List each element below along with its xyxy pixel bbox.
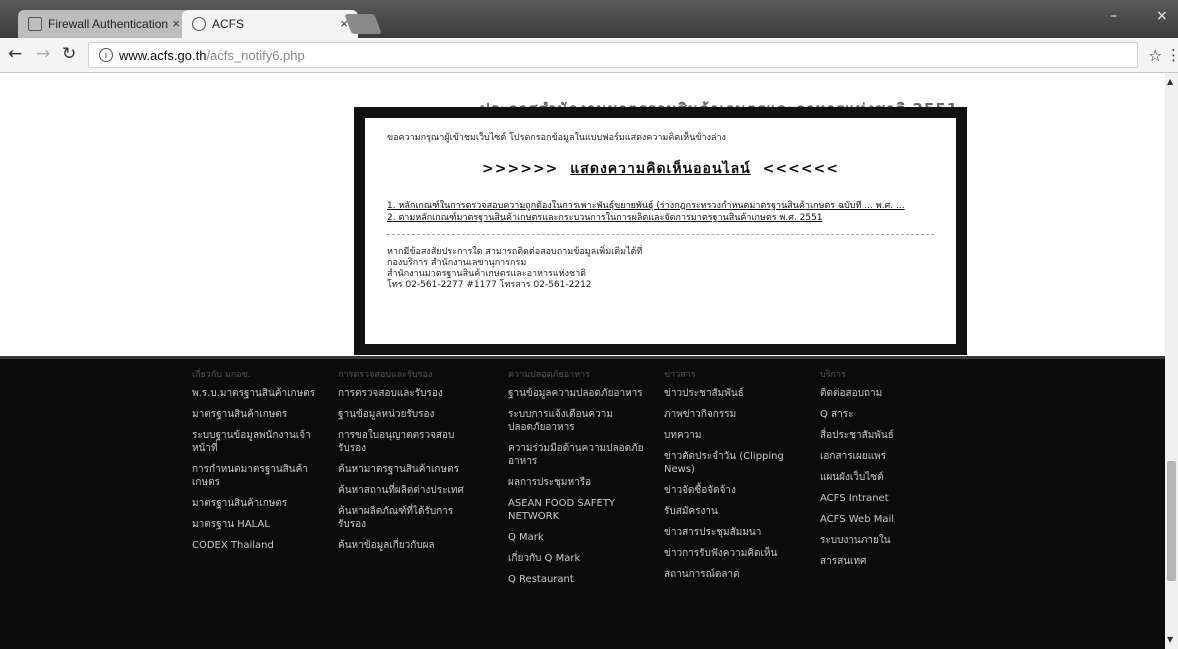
footer-link[interactable]: ติดต่อสอบถาม: [820, 387, 960, 400]
contact-line: กองบริการ สำนักงานเลขานุการกรม: [387, 258, 527, 268]
divider: [387, 234, 934, 235]
footer-link[interactable]: แผนผังเว็บไซต์: [820, 471, 960, 484]
footer-link[interactable]: ระบบฐานข้อมูลพนักงานเจ้าหน้าที่: [192, 429, 332, 455]
modal-intro-text: ขอความกรุณาผู้เข้าชมเว็บไซต์ โปรดกรอกข้อ…: [387, 133, 726, 143]
footer-column-2: การตรวจสอบและรับรอง การตรวจสอบและรับรอง ฐา…: [338, 369, 478, 560]
footer-link[interactable]: ค้นหาสถานที่ผลิตต่างประเทศ: [338, 484, 478, 497]
footer-column-1: เกี่ยวกับ มกอช. พ.ร.บ.มาตรฐานสินค้าเกษตรม…: [192, 369, 332, 560]
footer-link[interactable]: CODEX Thailand: [192, 539, 332, 552]
footer-link[interactable]: มาตรฐาน HALAL: [192, 518, 332, 531]
loading-icon: [192, 17, 206, 31]
footer-column-3: ความปลอดภัยอาหารฐานข้อมูลความปลอดภัยอาหา…: [508, 369, 648, 594]
footer-link[interactable]: การขอใบอนุญาตตรวจสอบรับรอง: [338, 429, 478, 455]
footer-link[interactable]: สถานการณ์ตลาด: [664, 568, 804, 581]
footer-link[interactable]: ค้นหามาตรฐานสินค้าเกษตร: [338, 463, 478, 476]
footer-heading: การตรวจสอบและรับรอง: [338, 370, 433, 380]
footer-link[interactable]: ความร่วมมือด้านความปลอดภัยอาหาร: [508, 442, 648, 468]
footer-column-4: ข่าวสารข่าวประชาสัมพันธ์ภาพข่าวกิจกรรมบท…: [664, 369, 804, 589]
footer-link[interactable]: ข่าวประชาสัมพันธ์: [664, 387, 804, 400]
footer-link[interactable]: การตรวจสอบและรับรอง: [338, 387, 478, 400]
footer-link[interactable]: ACFS Web Mail: [820, 513, 960, 526]
contact-info: หากมีข้อสงสัยประการใด สามารถติดต่อสอบถาม…: [387, 247, 934, 291]
close-window-button[interactable]: ×: [1156, 8, 1168, 24]
document-link-1[interactable]: 1. หลักเกณฑ์ในการตรวจสอบความถูกต้องในการ…: [387, 200, 934, 212]
footer-link[interactable]: ข่าวตัดประจำวัน (Clipping News): [664, 450, 804, 476]
footer-heading: ข่าวสาร: [664, 370, 696, 380]
footer-link[interactable]: ภาพข่าวกิจกรรม: [664, 408, 804, 421]
footer-link[interactable]: ข่าวการรับฟังความคิดเห็น: [664, 547, 804, 560]
footer-heading: เกี่ยวกับ มกอช.: [192, 370, 251, 380]
url-host: www.acfs.go.th: [119, 47, 207, 63]
document-link-2[interactable]: 2. ตามหลักเกณฑ์มาตรฐานสินค้าเกษตรและกระบ…: [387, 212, 934, 224]
minimize-button[interactable]: –: [1110, 8, 1117, 24]
scroll-thumb[interactable]: [1167, 461, 1176, 581]
document-links: 1. หลักเกณฑ์ในการตรวจสอบความถูกต้องในการ…: [387, 200, 934, 224]
footer-link[interactable]: ACFS Intranet: [820, 492, 960, 505]
footer-link[interactable]: ระบบงานภายใน: [820, 534, 960, 547]
back-arrow-icon[interactable]: ←: [8, 44, 22, 64]
footer-heading: ความปลอดภัยอาหาร: [508, 370, 591, 380]
footer-link[interactable]: เกี่ยวกับ Q Mark: [508, 552, 648, 565]
notice-modal: ขอความกรุณาผู้เข้าชมเว็บไซต์ โปรดกรอกข้อ…: [354, 107, 967, 355]
footer-link[interactable]: ระบบการแจ้งเตือนความปลอดภัยอาหาร: [508, 408, 648, 434]
footer-link[interactable]: สื่อประชาสัมพันธ์: [820, 429, 960, 442]
footer-link[interactable]: ค้นหาข้อมูลเกี่ยวกับผล: [338, 539, 478, 552]
new-tab-button[interactable]: [344, 14, 382, 34]
browser-toolbar: ← → ↻ i www.acfs.go.th/acfs_notify6.php …: [0, 38, 1178, 73]
url-path: /acfs_notify6.php: [206, 47, 305, 63]
info-icon[interactable]: i: [99, 48, 113, 62]
footer-link[interactable]: มาตรฐานสินค้าเกษตร: [192, 497, 332, 510]
close-icon[interactable]: ×: [172, 16, 180, 31]
browser-titlebar: Firewall Authentication × ACFS × – ×: [0, 0, 1178, 38]
tab-title: Firewall Authentication: [48, 17, 169, 31]
footer-link[interactable]: ฐานข้อมูลหน่วยรับรอง: [338, 408, 478, 421]
scroll-up-icon[interactable]: ▲: [1167, 77, 1173, 86]
modal-body: ขอความกรุณาผู้เข้าชมเว็บไซต์ โปรดกรอกข้อ…: [365, 118, 956, 344]
footer-link[interactable]: ข่าวสารประชุมสัมมนา: [664, 526, 804, 539]
scroll-down-icon[interactable]: ▼: [1167, 635, 1173, 644]
tab-acfs[interactable]: ACFS ×: [182, 10, 358, 38]
footer-link[interactable]: พ.ร.บ.มาตรฐานสินค้าเกษตร: [192, 387, 332, 400]
address-bar[interactable]: i www.acfs.go.th/acfs_notify6.php: [88, 42, 1138, 68]
contact-line: สำนักงานมาตรฐานสินค้าเกษตรและอาหารแห่งชา…: [387, 269, 587, 279]
more-menu-icon[interactable]: ⋮: [1166, 46, 1178, 64]
footer-link[interactable]: เอกสารเผยแพร่: [820, 450, 960, 463]
tab-title: ACFS: [212, 17, 245, 31]
tab-firewall-authentication[interactable]: Firewall Authentication ×: [18, 10, 190, 38]
footer-link[interactable]: ข่าวจัดซื้อจัดจ้าง: [664, 484, 804, 497]
reload-icon[interactable]: ↻: [62, 44, 76, 64]
footer-link[interactable]: Q สาระ: [820, 408, 960, 421]
footer-link[interactable]: การกำหนดมาตรฐานสินค้าเกษตร: [192, 463, 332, 489]
contact-line: หากมีข้อสงสัยประการใด สามารถติดต่อสอบถาม…: [387, 247, 643, 257]
footer-link[interactable]: ฐานข้อมูลความปลอดภัยอาหาร: [508, 387, 648, 400]
footer-link[interactable]: Q Restaurant: [508, 573, 648, 586]
forward-arrow-icon[interactable]: →: [36, 44, 50, 64]
page-scrollbar[interactable]: ▲ ▼: [1165, 73, 1178, 649]
comment-banner: >>>>>> แสดงความคิดเห็นออนไลน์ <<<<<<: [387, 158, 934, 180]
footer-link[interactable]: สารสนเทศ: [820, 555, 960, 568]
footer-heading: บริการ: [820, 370, 846, 380]
site-footer: เกี่ยวกับ มกอช. พ.ร.บ.มาตรฐานสินค้าเกษตรม…: [0, 356, 1165, 649]
footer-link[interactable]: มาตรฐานสินค้าเกษตร: [192, 408, 332, 421]
footer-link[interactable]: ค้นหาผลิตภัณฑ์ที่ได้รับการรับรอง: [338, 505, 478, 531]
page-icon: [28, 17, 42, 31]
bookmark-star-icon[interactable]: ☆: [1148, 46, 1162, 65]
footer-link[interactable]: ผลการประชุมหารือ: [508, 476, 648, 489]
footer-link[interactable]: ASEAN FOOD SAFETY NETWORK: [508, 497, 648, 523]
footer-link[interactable]: Q Mark: [508, 531, 648, 544]
footer-column-5: บริการติดต่อสอบถาม Q สาระสื่อประชาสัมพันธ…: [820, 369, 960, 576]
banner-arrows-left: >>>>>>: [482, 161, 559, 177]
footer-link[interactable]: รับสมัครงาน: [664, 505, 804, 518]
contact-line: โทร 02-561-2277 #1177 โทรสาร 02-561-2212: [387, 280, 592, 290]
footer-link[interactable]: บทความ: [664, 429, 804, 442]
online-comment-link[interactable]: แสดงความคิดเห็นออนไลน์: [570, 161, 750, 177]
banner-arrows-right: <<<<<<: [762, 161, 839, 177]
